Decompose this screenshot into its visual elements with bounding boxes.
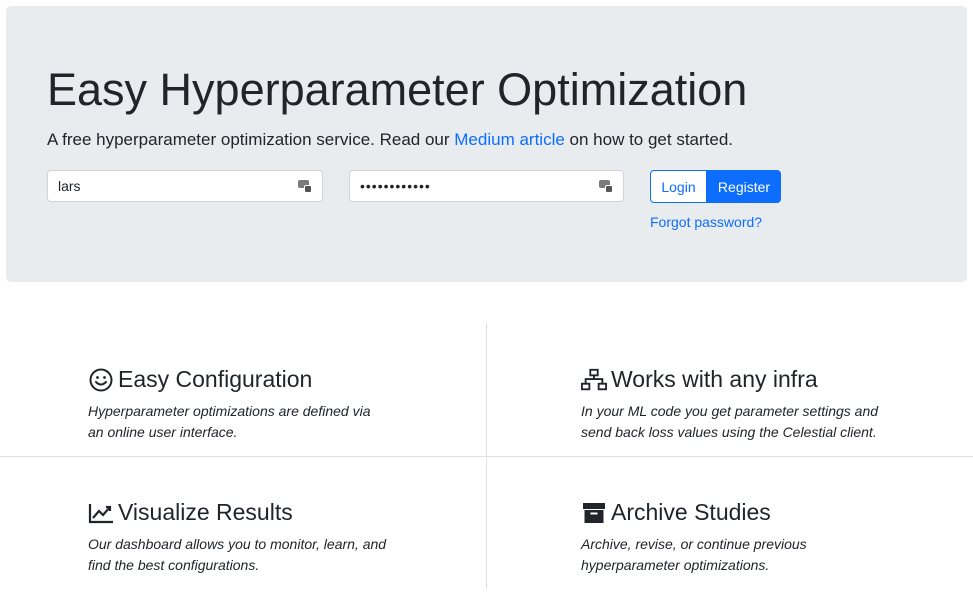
feature-desc-line: find the best configurations.	[88, 557, 260, 573]
hero-lead: A free hyperparameter optimization servi…	[47, 130, 733, 150]
feature-description: Archive, revise, or continue previous hyp…	[581, 534, 901, 576]
feature-title: Works with any infra	[581, 366, 901, 393]
feature-desc-line: In your ML code you get parameter settin…	[581, 403, 879, 419]
password-manager-icon[interactable]	[298, 179, 312, 193]
password-value: ••••••••••••	[360, 178, 431, 194]
register-button[interactable]: Register	[707, 170, 781, 203]
hero-jumbotron: Easy Hyperparameter Optimization A free …	[6, 6, 967, 282]
feature-title: Visualize Results	[88, 499, 408, 526]
feature-description: Hyperparameter optimizations are defined…	[88, 401, 408, 443]
feature-title-text: Visualize Results	[118, 499, 293, 525]
feature-desc-line: Our dashboard allows you to monitor, lea…	[88, 536, 387, 552]
username-value: lars	[58, 178, 81, 194]
chart-line-icon	[88, 500, 114, 526]
smile-icon	[88, 367, 114, 393]
feature-title: Archive Studies	[581, 499, 901, 526]
lead-text-before: A free hyperparameter optimization servi…	[47, 130, 455, 149]
feature-title-text: Archive Studies	[611, 499, 771, 525]
feature-divider-horizontal	[0, 456, 973, 457]
feature-desc-line: Archive, revise, or continue previous	[581, 536, 807, 552]
feature-desc-line: send back loss values using the Celestia…	[581, 424, 877, 440]
feature-description: Our dashboard allows you to monitor, lea…	[88, 534, 408, 576]
feature-title-text: Easy Configuration	[118, 366, 313, 392]
auth-button-group: Login Register	[650, 170, 781, 203]
feature-title: Easy Configuration	[88, 366, 408, 393]
archive-icon	[581, 500, 607, 526]
forgot-password-link[interactable]: Forgot password?	[650, 214, 762, 230]
feature-title-text: Works with any infra	[611, 366, 818, 392]
feature-description: In your ML code you get parameter settin…	[581, 401, 901, 443]
medium-article-link[interactable]: Medium article	[454, 130, 565, 149]
network-icon	[581, 367, 607, 393]
page-title: Easy Hyperparameter Optimization	[47, 64, 748, 115]
feature-archive-studies: Archive Studies Archive, revise, or cont…	[581, 499, 901, 576]
lead-text-after: on how to get started.	[564, 130, 734, 149]
login-button[interactable]: Login	[650, 170, 707, 203]
password-manager-icon[interactable]	[599, 179, 613, 193]
feature-easy-configuration: Easy Configuration Hyperparameter optimi…	[88, 366, 408, 443]
feature-works-with-any-infra: Works with any infra In your ML code you…	[581, 366, 901, 443]
password-input[interactable]: ••••••••••••	[349, 170, 624, 202]
feature-desc-line: an online user interface.	[88, 424, 238, 440]
feature-desc-line: hyperparameter optimizations.	[581, 557, 770, 573]
username-input[interactable]: lars	[47, 170, 323, 202]
feature-visualize-results: Visualize Results Our dashboard allows y…	[88, 499, 408, 576]
feature-desc-line: Hyperparameter optimizations are defined…	[88, 403, 371, 419]
